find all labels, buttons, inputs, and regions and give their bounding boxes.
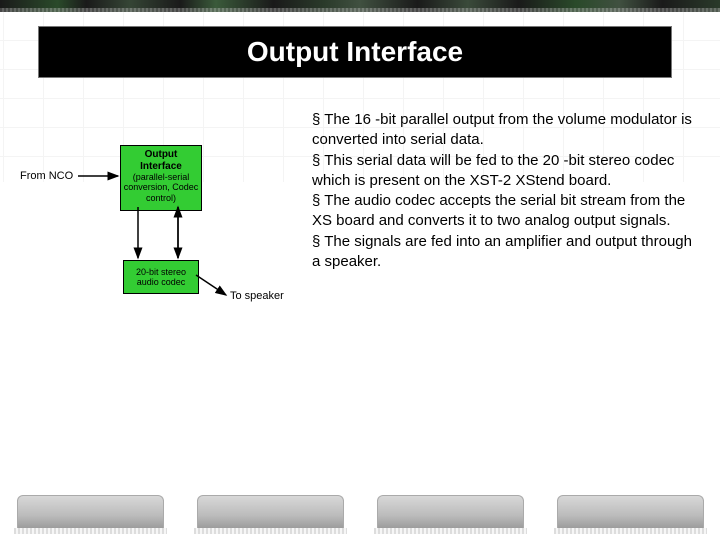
top-decor-strip (0, 0, 720, 12)
bullet-2: § This serial data will be fed to the 20… (312, 151, 700, 192)
box1-subtitle: (parallel-serial conversion, Codec contr… (123, 172, 199, 203)
slide-title: Output Interface (247, 36, 463, 68)
tab-2[interactable] (197, 495, 344, 528)
bullet-text-block: § The 16 -bit parallel output from the v… (312, 110, 700, 272)
output-interface-box: Output Interface (parallel-serial conver… (120, 145, 202, 211)
slide-title-bar: Output Interface (38, 26, 672, 78)
tab-3[interactable] (377, 495, 524, 528)
box1-title: Output Interface (123, 149, 199, 172)
diagram-area: From NCO Output Interface (parallel-seri… (20, 130, 300, 350)
tab-4[interactable] (557, 495, 704, 528)
bottom-tab-strip (0, 486, 720, 528)
tab-1[interactable] (17, 495, 164, 528)
bullet-1: § The 16 -bit parallel output from the v… (312, 110, 700, 151)
bullet-3: § The audio codec accepts the serial bit… (312, 191, 700, 232)
to-speaker-label: To speaker (230, 290, 284, 302)
bullet-4: § The signals are fed into an amplifier … (312, 232, 700, 273)
box2-label: 20-bit stereo audio codec (126, 267, 196, 288)
audio-codec-box: 20-bit stereo audio codec (123, 260, 199, 294)
from-nco-label: From NCO (20, 170, 73, 182)
